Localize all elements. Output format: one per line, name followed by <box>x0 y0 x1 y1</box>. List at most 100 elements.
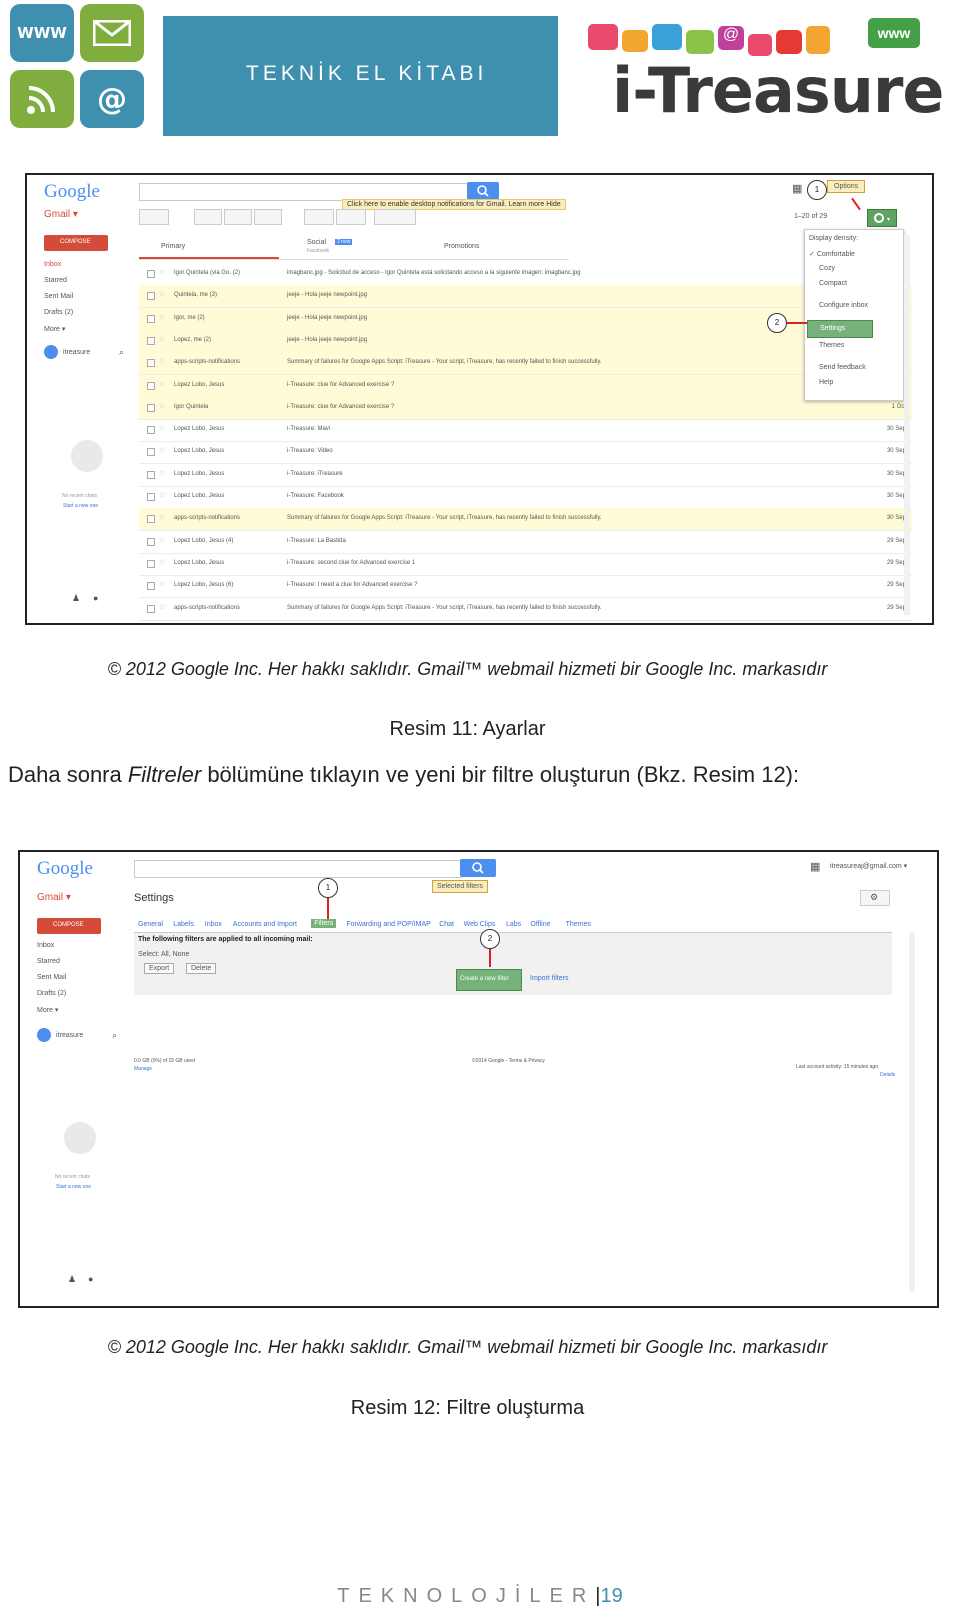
avatar[interactable] <box>37 1028 51 1042</box>
more-button[interactable] <box>374 209 416 225</box>
labels-button[interactable] <box>336 209 366 225</box>
tab-filters[interactable]: Filters <box>311 919 337 928</box>
row-checkbox[interactable] <box>147 359 155 368</box>
star-icon[interactable]: ☆ <box>159 491 165 499</box>
tab-promotions[interactable]: Promotions <box>444 243 479 250</box>
archive-button[interactable] <box>194 209 222 225</box>
row-checkbox[interactable] <box>147 470 155 479</box>
select-line[interactable]: Select: All, None <box>138 951 189 958</box>
account-label[interactable]: itreasureaj@gmail.com ▾ <box>830 862 907 870</box>
nav-sent[interactable]: Sent Mail <box>37 974 66 981</box>
search-input[interactable] <box>134 860 462 878</box>
user-label[interactable]: itreasure <box>56 1032 83 1039</box>
star-icon[interactable]: ☆ <box>159 402 165 410</box>
table-row[interactable]: ☆ Quintela, me (3) jeeje - Hola jeeje newp… <box>139 285 912 309</box>
row-checkbox[interactable] <box>147 537 155 546</box>
table-row[interactable]: ☆ apps-scripts-notifications Summary of fa… <box>139 598 912 621</box>
nav-inbox[interactable]: Inbox <box>37 942 54 949</box>
person-icon[interactable]: ♟ <box>68 1274 76 1285</box>
star-icon[interactable]: ☆ <box>159 558 165 566</box>
menu-configure-inbox[interactable]: Configure inbox <box>819 302 868 309</box>
star-icon[interactable]: ☆ <box>159 580 165 588</box>
footer-terms[interactable]: ©2014 Google - Terms & Privacy <box>472 1058 545 1064</box>
table-row[interactable]: ☆ Igor Quintela i-Treasure: clue for Advan… <box>139 396 912 420</box>
row-checkbox[interactable] <box>147 426 155 435</box>
star-icon[interactable]: ☆ <box>159 357 165 365</box>
nav-starred[interactable]: Starred <box>44 277 67 284</box>
table-row[interactable]: ☆ Igor, me (2) jeeje - Hola jeeje newpoint… <box>139 307 912 331</box>
chat-search-icon[interactable]: ⌕ <box>112 1030 117 1041</box>
tab-labs[interactable]: Labs <box>506 921 521 928</box>
details-link[interactable]: Details <box>880 1072 895 1078</box>
hangouts-icon[interactable]: ● <box>93 593 98 603</box>
hangouts-icon[interactable]: ● <box>88 1274 93 1284</box>
star-icon[interactable]: ☆ <box>159 268 165 276</box>
tab-primary[interactable]: Primary <box>161 243 185 250</box>
menu-send-feedback[interactable]: Send feedback <box>819 364 866 371</box>
tab-offline[interactable]: Offline <box>530 921 550 928</box>
scrollbar[interactable] <box>904 235 910 615</box>
tab-themes[interactable]: Themes <box>566 921 591 928</box>
nav-more[interactable]: More ▾ <box>44 325 65 333</box>
star-icon[interactable]: ☆ <box>159 335 165 343</box>
star-icon[interactable]: ☆ <box>159 290 165 298</box>
row-checkbox[interactable] <box>147 270 155 278</box>
tab-general[interactable]: General <box>138 921 163 928</box>
tab-web-clips[interactable]: Web Clips <box>464 921 496 928</box>
move-to-button[interactable] <box>304 209 334 225</box>
row-checkbox[interactable] <box>147 381 155 390</box>
row-checkbox[interactable] <box>147 314 155 323</box>
search-button[interactable] <box>467 182 499 200</box>
start-chat-link[interactable]: Start a new one <box>56 1184 91 1190</box>
tab-chat[interactable]: Chat <box>439 921 454 928</box>
nav-drafts[interactable]: Drafts (2) <box>44 309 73 316</box>
table-row[interactable]: ☆ Lopez Lobo, Jesus i-Treasure: Mavi 30 Sep <box>139 419 912 443</box>
row-checkbox[interactable] <box>147 292 155 301</box>
avatar[interactable] <box>44 345 58 359</box>
tab-accounts-and-import[interactable]: Accounts and Import <box>233 921 297 928</box>
row-checkbox[interactable] <box>147 403 155 412</box>
search-button[interactable] <box>460 859 496 877</box>
menu-help[interactable]: Help <box>819 379 833 386</box>
row-checkbox[interactable] <box>147 493 155 501</box>
start-chat-link[interactable]: Start a new one <box>63 503 98 509</box>
gmail-label[interactable]: Gmail ▾ <box>37 892 71 903</box>
nav-starred[interactable]: Starred <box>37 958 60 965</box>
table-row[interactable]: ☆ Lopez Lobo, Jesus i-Treasure: clue for A… <box>139 374 912 398</box>
person-icon[interactable]: ♟ <box>72 593 80 604</box>
table-row[interactable]: ☆ Lopez Lobo, Jesus (6) i-Treasure: I need… <box>139 575 912 599</box>
create-filter-button[interactable]: Create a new filter <box>456 969 522 991</box>
table-row[interactable]: ☆ Lopez Lobo, Jesus i-Treasure: Facebook 30… <box>139 486 912 509</box>
apps-grid-icon[interactable]: ▦ <box>810 860 820 873</box>
scrollbar[interactable] <box>909 932 915 1292</box>
export-button[interactable]: Export <box>144 963 175 974</box>
spam-button[interactable] <box>224 209 252 225</box>
select-checkbox-button[interactable] <box>139 209 169 225</box>
menu-cozy[interactable]: Cozy <box>819 265 835 272</box>
star-icon[interactable]: ☆ <box>159 380 165 388</box>
row-checkbox[interactable] <box>147 559 155 568</box>
row-checkbox[interactable] <box>147 582 155 591</box>
settings-gear-button[interactable]: ⚙ <box>860 890 890 906</box>
table-row[interactable]: ☆ apps-scripts-notifications Summary of fa… <box>139 508 912 532</box>
nav-sent[interactable]: Sent Mail <box>44 293 73 300</box>
nav-more[interactable]: More ▾ <box>37 1006 58 1014</box>
nav-inbox[interactable]: Inbox <box>44 261 61 268</box>
star-icon[interactable]: ☆ <box>159 536 165 544</box>
table-row[interactable]: ☆ Lopez, me (2) jeeje - Hola jeeje newpoin… <box>139 329 912 353</box>
star-icon[interactable]: ☆ <box>159 424 165 432</box>
menu-themes[interactable]: Themes <box>819 342 844 349</box>
star-icon[interactable]: ☆ <box>159 469 165 477</box>
apps-grid-icon[interactable]: ▦ <box>792 182 802 195</box>
table-row[interactable]: ☆ apps-scripts-notifications Summary of fa… <box>139 352 912 376</box>
chat-search-icon[interactable]: ⌕ <box>119 347 124 358</box>
row-checkbox[interactable] <box>147 336 155 345</box>
star-icon[interactable]: ☆ <box>159 513 165 521</box>
compose-button[interactable]: COMPOSE <box>37 918 101 934</box>
import-filters-link[interactable]: Import filters <box>530 975 569 982</box>
row-checkbox[interactable] <box>147 448 155 457</box>
tab-labels[interactable]: Labels <box>173 921 194 928</box>
row-checkbox[interactable] <box>147 604 155 613</box>
nav-drafts[interactable]: Drafts (2) <box>37 990 66 997</box>
user-label[interactable]: itreasure <box>63 349 90 356</box>
